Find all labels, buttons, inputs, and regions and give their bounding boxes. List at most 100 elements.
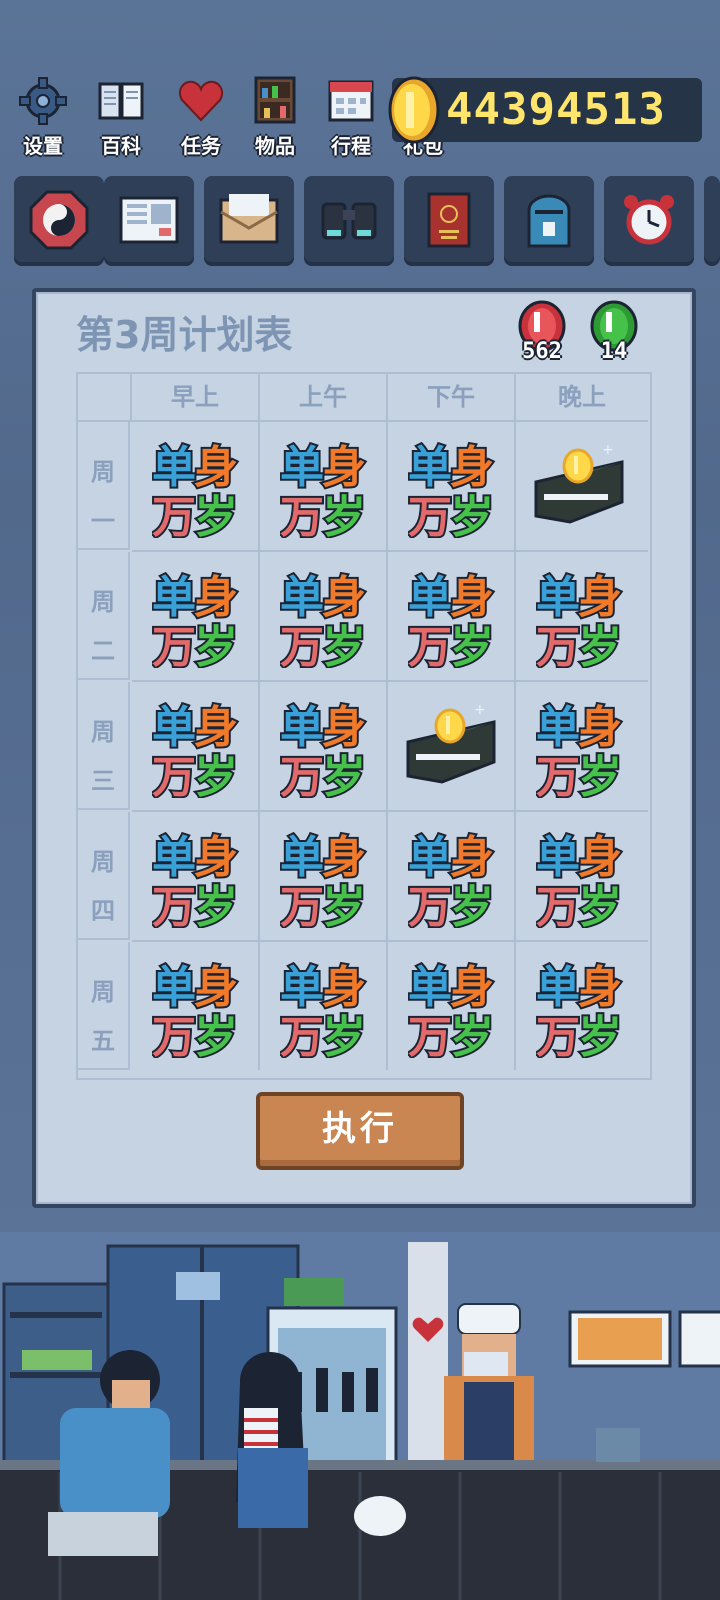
- day-label-char: 四: [91, 897, 115, 925]
- schedule-slot-single-logo[interactable]: 单身万岁: [260, 682, 388, 812]
- schedule-slot-money-wallet[interactable]: +: [516, 422, 648, 552]
- day-label: 周二: [78, 552, 130, 680]
- schedule-slot-single-logo[interactable]: 单身万岁: [516, 552, 648, 682]
- calendar-icon: [328, 80, 374, 122]
- tool-envelope[interactable]: [204, 176, 294, 266]
- single-forever-logo-icon: 单身万岁: [152, 700, 240, 798]
- logo-char: 身: [450, 832, 494, 883]
- logo-char: 岁: [322, 1012, 366, 1058]
- schedule-slot-single-logo[interactable]: 单身万岁: [260, 422, 388, 552]
- column-header: 上午: [260, 374, 388, 422]
- single-forever-logo-icon: 单身万岁: [536, 960, 624, 1058]
- day-label-char: 三: [91, 767, 115, 795]
- tool-mailbox[interactable]: [504, 176, 594, 266]
- single-forever-logo-icon: 单身万岁: [536, 570, 624, 668]
- logo-char: 万: [408, 492, 452, 538]
- schedule-slot-single-logo[interactable]: 单身万岁: [132, 682, 260, 812]
- logo-char: 身: [578, 572, 622, 623]
- nav-label: 物品: [255, 134, 295, 158]
- column-header: 下午: [388, 374, 516, 422]
- logo-char: 万: [280, 882, 324, 928]
- single-forever-logo-icon: 单身万岁: [280, 830, 368, 928]
- tool-fortune[interactable]: [14, 176, 104, 266]
- money-wallet-icon: +: [534, 442, 624, 524]
- logo-char: 单: [152, 962, 196, 1013]
- logo-char: 身: [578, 702, 622, 753]
- nav-tasks[interactable]: 任务: [168, 76, 234, 160]
- day-label-char: 二: [91, 637, 115, 665]
- logo-char: 万: [536, 882, 580, 928]
- single-forever-logo-icon: 单身万岁: [280, 960, 368, 1058]
- shelf-icon: [254, 76, 296, 124]
- schedule-slot-single-logo[interactable]: 单身万岁: [260, 552, 388, 682]
- passport-icon: [427, 192, 471, 248]
- schedule-slot-single-logo[interactable]: 单身万岁: [388, 552, 516, 682]
- tool-more[interactable]: [704, 176, 720, 266]
- nav-settings[interactable]: 设置: [10, 76, 76, 160]
- nav-label: 行程: [331, 134, 371, 158]
- green-gem-count: 14: [600, 339, 628, 364]
- logo-char: 单: [536, 572, 580, 623]
- nav-schedule[interactable]: 行程: [318, 76, 384, 160]
- day-label: 周三: [78, 682, 130, 810]
- schedule-slot-single-logo[interactable]: 单身万岁: [516, 942, 648, 1070]
- logo-char: 岁: [450, 622, 494, 668]
- single-forever-logo-icon: 单身万岁: [152, 830, 240, 928]
- nav-label: 设置: [23, 134, 63, 158]
- menu-poster: [678, 1310, 720, 1368]
- single-forever-logo-icon: 单身万岁: [152, 570, 240, 668]
- corner-cell: [78, 374, 132, 422]
- logo-char: 岁: [450, 492, 494, 538]
- schedule-slot-single-logo[interactable]: 单身万岁: [388, 812, 516, 942]
- schedule-slot-single-logo[interactable]: 单身万岁: [132, 942, 260, 1070]
- schedule-slot-single-logo[interactable]: 单身万岁: [132, 552, 260, 682]
- nav-items[interactable]: 物品: [242, 76, 308, 160]
- logo-char: 身: [194, 962, 238, 1013]
- tool-passport[interactable]: [404, 176, 494, 266]
- schedule-slot-single-logo[interactable]: 单身万岁: [132, 812, 260, 942]
- schedule-slot-single-logo[interactable]: 单身万岁: [388, 422, 516, 552]
- logo-char: 身: [450, 962, 494, 1013]
- red-gem-count: 562: [522, 339, 562, 364]
- day-label-char: 周: [91, 458, 115, 486]
- logo-char: 岁: [194, 752, 238, 798]
- day-label: 周一: [78, 422, 130, 550]
- logo-char: 单: [280, 962, 324, 1013]
- logo-char: 岁: [322, 882, 366, 928]
- tool-alarm[interactable]: [604, 176, 694, 266]
- logo-char: 万: [536, 1012, 580, 1058]
- schedule-slot-single-logo[interactable]: 单身万岁: [260, 812, 388, 942]
- logo-char: 岁: [322, 752, 366, 798]
- green-gem-counter: 14: [586, 300, 642, 364]
- schedule-slot-single-logo[interactable]: 单身万岁: [260, 942, 388, 1070]
- logo-char: 身: [194, 442, 238, 493]
- tool-bar: [0, 176, 720, 272]
- logo-char: 岁: [578, 752, 622, 798]
- execute-button[interactable]: 执行: [256, 1092, 464, 1170]
- logo-char: 身: [194, 572, 238, 623]
- single-forever-logo-icon: 单身万岁: [280, 440, 368, 538]
- logo-char: 单: [152, 702, 196, 753]
- schedule-slot-money-wallet[interactable]: +: [388, 682, 516, 812]
- schedule-slot-single-logo[interactable]: 单身万岁: [516, 812, 648, 942]
- weekly-plan-panel: 第3周计划表 562 14 早上 上午 下午 晚上 周一单身万岁单身万岁单身万岁…: [32, 288, 696, 1208]
- nav-encyclopedia[interactable]: 百科: [88, 76, 154, 160]
- day-label-char: 一: [91, 507, 115, 535]
- day-label-char: 周: [91, 978, 115, 1006]
- logo-char: 万: [536, 752, 580, 798]
- red-gem-counter: 562: [514, 300, 570, 364]
- tool-newspaper[interactable]: [104, 176, 194, 266]
- schedule-slot-single-logo[interactable]: 单身万岁: [516, 682, 648, 812]
- tool-binoculars[interactable]: [304, 176, 394, 266]
- schedule-slot-single-logo[interactable]: 单身万岁: [132, 422, 260, 552]
- logo-char: 万: [408, 882, 452, 928]
- coin-icon: [388, 76, 440, 144]
- logo-char: 身: [322, 962, 366, 1013]
- logo-char: 单: [152, 572, 196, 623]
- restaurant-scene: [0, 1232, 720, 1600]
- schedule-slot-single-logo[interactable]: 单身万岁: [388, 942, 516, 1070]
- logo-char: 万: [152, 752, 196, 798]
- logo-char: 万: [408, 622, 452, 668]
- logo-char: 万: [408, 1012, 452, 1058]
- logo-char: 身: [322, 572, 366, 623]
